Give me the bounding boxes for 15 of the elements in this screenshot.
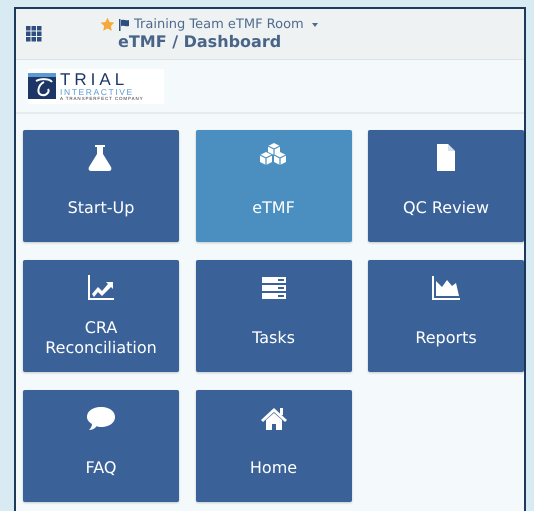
dashboard-tile[interactable]: Home	[196, 390, 352, 502]
breadcrumb: eTMF / Dashboard	[118, 32, 282, 51]
room-name[interactable]: Training Team eTMF Room	[134, 17, 304, 32]
dashboard-tile[interactable]: eTMF	[196, 130, 352, 242]
dashboard-tile[interactable]: Reports	[368, 260, 524, 372]
dashboard-tile[interactable]: FAQ	[23, 390, 179, 502]
dashboard-tile[interactable]: Tasks	[196, 260, 352, 372]
dashboard-tile[interactable]: QC Review	[368, 130, 524, 242]
apps-grid-icon[interactable]	[26, 26, 42, 42]
star-icon[interactable]	[100, 17, 115, 32]
dashboard-tile[interactable]: Start-Up	[23, 130, 179, 242]
logo-subtitle: INTERACTIVE	[60, 88, 135, 96]
dashboard-tile[interactable]: CRA Reconciliation	[23, 260, 179, 372]
flag-icon	[119, 18, 130, 30]
logo-name: TRIAL	[60, 70, 130, 88]
